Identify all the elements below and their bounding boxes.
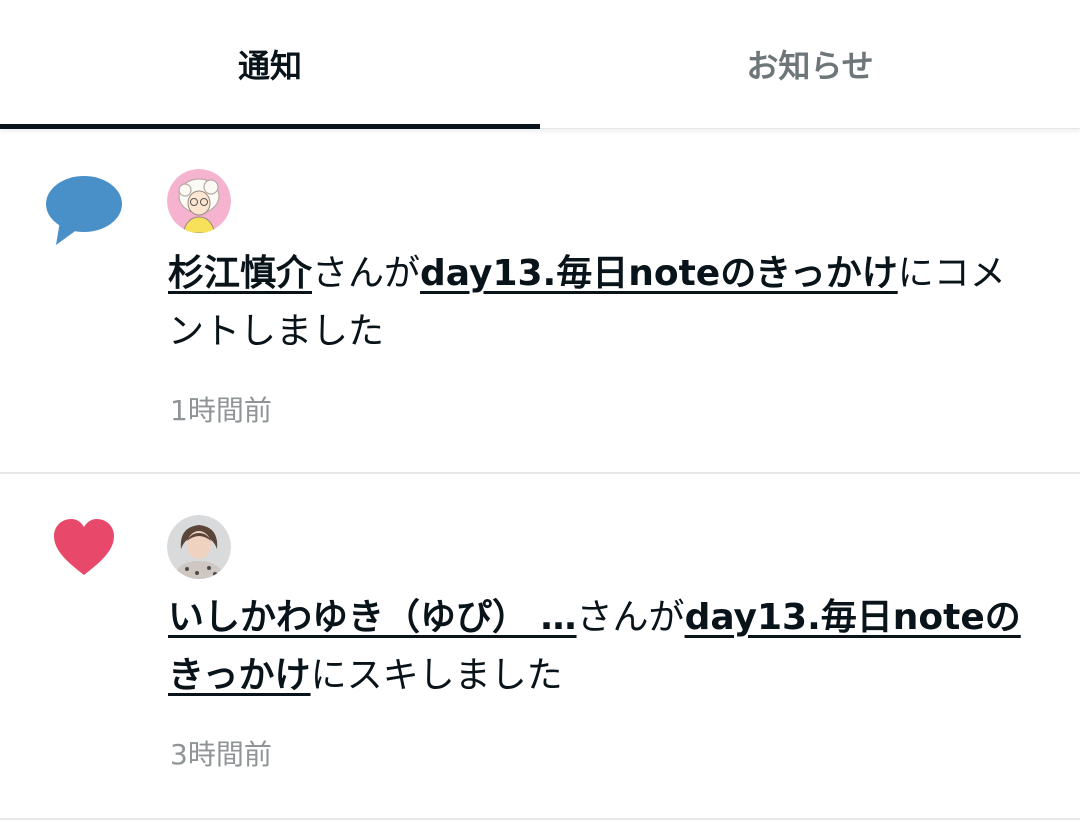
tab-notifications-label: 通知 [237, 47, 302, 85]
notification-message: いしかわゆき（ゆぴ） …さんがday13.毎日noteのきっかけにスキしました [168, 589, 1028, 705]
notification-message: 杉江慎介さんがday13.毎日noteのきっかけにコメントしました [168, 245, 1028, 361]
tab-announcements[interactable]: お知らせ [540, 0, 1080, 128]
user-link[interactable]: いしかわゆき（ゆぴ） … [168, 597, 577, 638]
avatar[interactable] [167, 515, 231, 579]
avatar[interactable] [167, 169, 231, 233]
message-text: にスキしました [310, 655, 563, 696]
comment-bubble-icon [44, 173, 124, 249]
timestamp: 1時間前 [170, 394, 272, 427]
tab-notifications[interactable]: 通知 [0, 0, 540, 129]
notification-item[interactable]: 杉江慎介さんがday13.毎日noteのきっかけにコメントしました 1時間前 [0, 129, 1080, 474]
message-text: さんが [576, 597, 685, 638]
message-text: さんが [312, 253, 421, 294]
notification-item[interactable]: いしかわゆき（ゆぴ） …さんがday13.毎日noteのきっかけにスキしました … [0, 473, 1080, 820]
heart-icon [52, 517, 116, 577]
article-link[interactable]: day13.毎日noteのきっかけ [420, 253, 898, 294]
tab-announcements-label: お知らせ [746, 47, 874, 85]
timestamp: 3時間前 [170, 738, 272, 771]
user-link[interactable]: 杉江慎介 [168, 253, 312, 294]
tab-bar: 通知 お知らせ [0, 0, 1080, 129]
